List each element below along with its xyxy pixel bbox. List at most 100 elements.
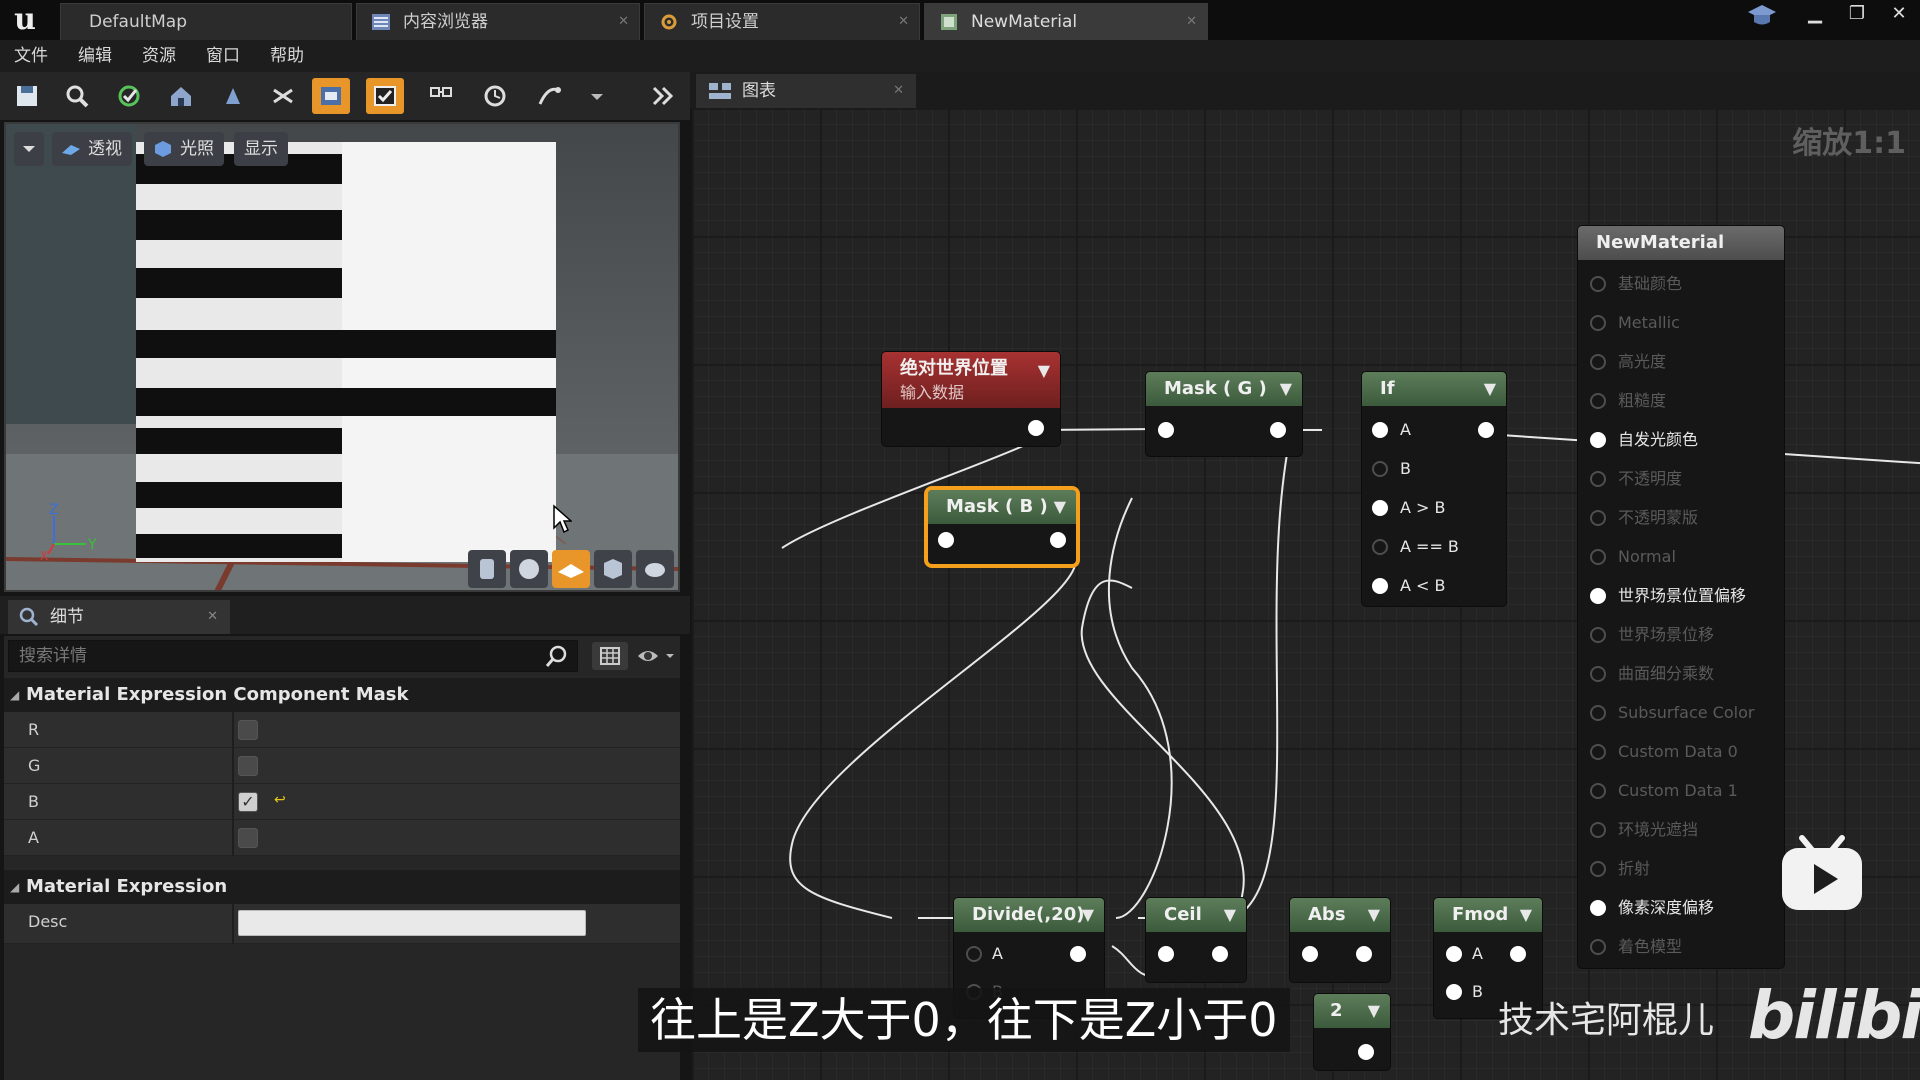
unreal-logo-icon[interactable]: u [6, 2, 44, 38]
find-button[interactable] [264, 78, 302, 114]
pin-a[interactable] [966, 946, 982, 962]
viewport-options-button[interactable] [14, 132, 44, 166]
result-pin[interactable] [1590, 900, 1606, 916]
node-mask-b[interactable]: Mask ( B ) ▼ [928, 490, 1076, 564]
node-mask-g[interactable]: Mask ( G ) ▼ [1146, 372, 1302, 456]
menu-help[interactable]: 帮助 [270, 40, 304, 72]
tab-graph[interactable]: 图表 ✕ [696, 74, 916, 108]
preview-viewport[interactable]: Z Y X 透视 光照 显示 [4, 122, 680, 592]
preview-sphere-button[interactable] [510, 550, 548, 588]
reset-to-default-icon[interactable]: ↩ [274, 792, 286, 808]
result-pin[interactable] [1590, 588, 1606, 604]
close-icon[interactable]: ✕ [898, 4, 909, 40]
pin-a-gt-b[interactable] [1372, 500, 1388, 516]
collapse-triangle-icon[interactable]: ◢ [10, 870, 19, 904]
lit-button[interactable]: 光照 [144, 132, 224, 166]
show-button[interactable]: 显示 [234, 132, 288, 166]
tab-newmaterial[interactable]: NewMaterial ✕ [924, 3, 1208, 40]
result-pin[interactable] [1590, 354, 1606, 370]
checkbox-b[interactable]: ✓ [238, 792, 258, 812]
clean-button[interactable] [214, 78, 252, 114]
close-icon[interactable]: ✕ [207, 600, 218, 634]
result-pin[interactable] [1590, 705, 1606, 721]
node-constant-2[interactable]: 2 ▼ [1314, 994, 1390, 1070]
category-material-expression[interactable]: ◢ Material Expression [4, 870, 680, 904]
node-abs[interactable]: Abs ▼ [1290, 898, 1390, 982]
pin-b[interactable] [1446, 984, 1462, 1000]
more-button[interactable] [644, 78, 682, 114]
restore-button[interactable]: ❐ [1836, 0, 1878, 30]
platform-stats-button[interactable] [476, 78, 514, 114]
result-pin[interactable] [1590, 471, 1606, 487]
pin-output[interactable] [1050, 532, 1066, 548]
result-pin[interactable] [1590, 276, 1606, 292]
view-options-button[interactable] [592, 642, 628, 670]
preview-mesh-button[interactable] [636, 550, 674, 588]
result-pin[interactable] [1590, 315, 1606, 331]
pin-output[interactable] [1358, 1044, 1374, 1060]
hierarchy-button[interactable] [312, 78, 350, 114]
chevron-down-icon[interactable]: ▼ [1368, 994, 1380, 1028]
visibility-filter-button[interactable] [634, 642, 678, 670]
tab-content-browser[interactable]: 内容浏览器 ✕ [356, 3, 640, 40]
chevron-down-icon[interactable]: ▼ [1368, 898, 1380, 932]
pin-output[interactable] [1510, 946, 1526, 962]
pin-a-eq-b[interactable] [1372, 539, 1388, 555]
menu-asset[interactable]: 资源 [142, 40, 176, 72]
close-icon[interactable]: ✕ [893, 74, 904, 108]
preview-plane-button[interactable] [552, 550, 590, 588]
apply-button[interactable] [110, 78, 148, 114]
pin-input[interactable] [938, 532, 954, 548]
result-pin[interactable] [1590, 939, 1606, 955]
collapse-triangle-icon[interactable]: ◢ [10, 678, 19, 712]
pin-output[interactable] [1270, 422, 1286, 438]
category-component-mask[interactable]: ◢ Material Expression Component Mask [4, 678, 680, 712]
pin-output[interactable] [1070, 946, 1086, 962]
close-icon[interactable]: ✕ [1186, 4, 1197, 40]
close-icon[interactable]: ✕ [618, 4, 629, 40]
node-result-newmaterial[interactable]: NewMaterial 基础颜色 Metallic 高光度 粗糙度 自发光颜色 不透明度不… [1578, 226, 1784, 968]
pin-a[interactable] [1372, 422, 1388, 438]
result-pin[interactable] [1590, 666, 1606, 682]
tab-details[interactable]: 细节 ✕ [8, 600, 230, 634]
toolbar-dropdown-button[interactable] [578, 78, 608, 114]
menu-window[interactable]: 窗口 [206, 40, 240, 72]
chevron-down-icon[interactable]: ▼ [1280, 372, 1292, 406]
stats-button[interactable] [422, 78, 460, 114]
node-ceil[interactable]: Ceil ▼ [1146, 898, 1246, 982]
chevron-down-icon[interactable]: ▼ [1484, 372, 1496, 406]
details-search-input[interactable] [8, 640, 578, 672]
chevron-down-icon[interactable]: ▼ [1082, 898, 1094, 932]
chevron-down-icon[interactable]: ▼ [1520, 898, 1532, 932]
result-pin[interactable] [1590, 861, 1606, 877]
graduation-cap-icon[interactable] [1742, 0, 1782, 30]
pin-output[interactable] [1356, 946, 1372, 962]
pin-a-lt-b[interactable] [1372, 578, 1388, 594]
result-pin[interactable] [1590, 432, 1606, 448]
pin-input[interactable] [1158, 422, 1174, 438]
pin-input[interactable] [1158, 946, 1174, 962]
menu-edit[interactable]: 编辑 [78, 40, 112, 72]
checkbox-r[interactable] [238, 720, 258, 740]
checkbox-g[interactable] [238, 756, 258, 776]
pin-output[interactable] [1028, 420, 1044, 436]
browse-button[interactable] [58, 78, 96, 114]
pin-output[interactable] [1478, 422, 1494, 438]
result-pin[interactable] [1590, 393, 1606, 409]
home-button[interactable] [162, 78, 200, 114]
chevron-down-icon[interactable]: ▼ [1054, 490, 1066, 524]
pin-b[interactable] [1372, 461, 1388, 477]
desc-input[interactable] [238, 910, 586, 936]
tab-defaultmap[interactable]: DefaultMap [60, 3, 352, 40]
node-if[interactable]: If ▼ A B A > B A == B A < B [1362, 372, 1506, 606]
checkbox-a[interactable] [238, 828, 258, 848]
minimize-button[interactable]: ▁ [1794, 0, 1836, 30]
pin-output[interactable] [1212, 946, 1228, 962]
perspective-button[interactable]: 透视 [52, 132, 132, 166]
result-pin[interactable] [1590, 549, 1606, 565]
result-pin[interactable] [1590, 783, 1606, 799]
node-absolute-world-position[interactable]: 绝对世界位置 输入数据 ▼ [882, 352, 1060, 446]
close-window-button[interactable]: ✕ [1878, 0, 1920, 30]
pin-input[interactable] [1302, 946, 1318, 962]
preview-cube-button[interactable] [594, 550, 632, 588]
